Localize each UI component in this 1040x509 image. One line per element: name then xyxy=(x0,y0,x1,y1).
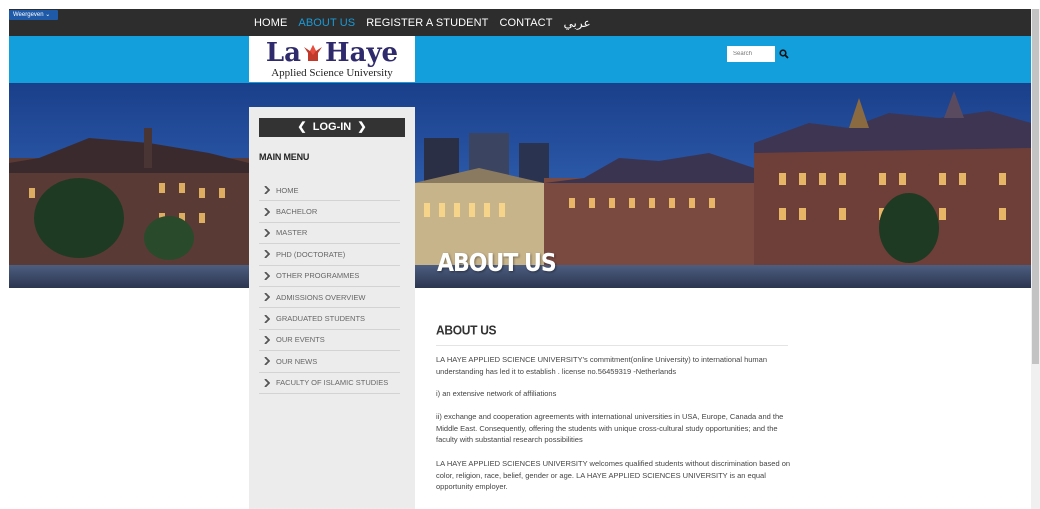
chevron-right-icon xyxy=(264,228,270,237)
nav-about-us[interactable]: ABOUT US xyxy=(298,17,355,29)
language-dropdown-button[interactable]: Weergeven ⌄ xyxy=(9,10,58,20)
nav-arabic[interactable]: عربي xyxy=(564,16,591,30)
menu-item-our-events[interactable]: OUR EVENTS xyxy=(259,330,400,352)
content-heading: ABOUT US xyxy=(436,322,497,338)
header-blue-band xyxy=(9,36,1031,83)
search-icon[interactable] xyxy=(779,49,789,59)
university-logo[interactable]: La Haye Applied Science University xyxy=(249,36,415,82)
nav-register-student[interactable]: REGISTER A STUDENT xyxy=(366,17,488,29)
menu-item-other-programmes[interactable]: OTHER PROGRAMMES xyxy=(259,266,400,287)
menu-item-our-news[interactable]: OUR NEWS xyxy=(259,351,400,373)
main-menu: HOME BACHELOR MASTER PHD (DOCTORATE) OTH… xyxy=(259,180,400,394)
search-input[interactable] xyxy=(727,46,775,62)
chevron-right-icon xyxy=(264,271,270,280)
chevron-right-icon xyxy=(264,207,270,216)
nav-home[interactable]: HOME xyxy=(254,17,287,29)
chevron-right-icon xyxy=(264,293,270,302)
menu-item-master[interactable]: MASTER xyxy=(259,223,400,245)
menu-item-bachelor[interactable]: BACHELOR xyxy=(259,201,400,223)
chevron-right-icon xyxy=(264,186,270,195)
menu-item-graduated-students[interactable]: GRADUATED STUDENTS xyxy=(259,308,400,330)
main-menu-heading: MAIN MENU xyxy=(259,152,310,162)
main-navigation: HOME ABOUT US REGISTER A STUDENT CONTACT… xyxy=(254,9,591,36)
chevron-right-icon xyxy=(264,357,270,366)
chevron-right-icon xyxy=(264,250,270,259)
logo-text-left: La xyxy=(265,38,302,68)
nav-contact[interactable]: CONTACT xyxy=(499,17,552,29)
tulip-logo-icon xyxy=(304,45,323,61)
menu-item-home[interactable]: HOME xyxy=(259,180,400,202)
logo-text-right: Haye xyxy=(325,38,399,68)
menu-item-faculty-islamic-studies[interactable]: FACULTY OF ISLAMIC STUDIES xyxy=(259,373,400,394)
menu-item-phd[interactable]: PHD (DOCTORATE) xyxy=(259,244,400,266)
content-paragraph: LA HAYE APPLIED SCIENCE UNIVERSITY's com… xyxy=(436,355,767,376)
content-paragraph: i) an extensive network of affiliations xyxy=(436,389,557,398)
banner-title: ABOUT US xyxy=(437,249,557,278)
menu-item-admissions-overview[interactable]: ADMISSIONS OVERVIEW xyxy=(259,287,400,309)
chevron-right-icon xyxy=(264,314,270,323)
content-paragraph: LA HAYE APPLIED SCIENCES UNIVERSITY welc… xyxy=(436,459,791,491)
logo-subtitle: Applied Science University xyxy=(271,67,393,79)
scrollbar-thumb[interactable] xyxy=(1032,9,1039,364)
login-button[interactable]: ❮ LOG-IN ❯ xyxy=(259,118,405,137)
chevron-right-icon xyxy=(264,378,270,387)
content-paragraph: ii) exchange and cooperation agreements … xyxy=(436,412,784,444)
heading-divider xyxy=(436,345,788,346)
chevron-right-icon xyxy=(264,335,270,344)
